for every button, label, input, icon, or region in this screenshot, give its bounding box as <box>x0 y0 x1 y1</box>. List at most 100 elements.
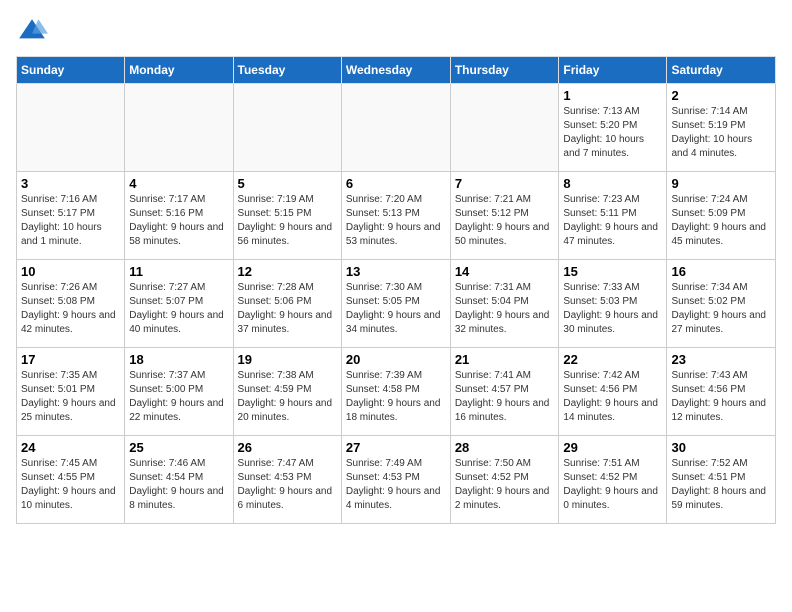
calendar-day-cell: 7 Sunrise: 7:21 AM Sunset: 5:12 PM Daylig… <box>450 172 559 260</box>
day-info: Sunrise: 7:43 AM Sunset: 4:56 PM Dayligh… <box>671 369 771 425</box>
weekday-row: SundayMondayTuesdayWednesdayThursdayFrid… <box>17 57 776 84</box>
day-number: 7 <box>455 176 555 191</box>
day-number: 17 <box>21 352 120 367</box>
day-info: Sunrise: 7:23 AM Sunset: 5:11 PM Dayligh… <box>563 193 662 249</box>
day-number: 29 <box>563 440 662 455</box>
calendar-day-cell: 9Sunrise: 7:24 AM Sunset: 5:09 PM Daylig… <box>667 172 776 260</box>
logo <box>16 16 52 48</box>
calendar-day-cell: 27 Sunrise: 7:49 AM Sunset: 4:53 PM Dayli… <box>341 436 450 524</box>
calendar-day-cell: 8 Sunrise: 7:23 AM Sunset: 5:11 PM Daylig… <box>559 172 667 260</box>
calendar-day-cell: 19 Sunrise: 7:38 AM Sunset: 4:59 PM Dayli… <box>233 348 341 436</box>
day-info: Sunrise: 7:49 AM Sunset: 4:53 PM Dayligh… <box>346 457 446 513</box>
day-info: Sunrise: 7:21 AM Sunset: 5:12 PM Dayligh… <box>455 193 555 249</box>
calendar-day-cell: 2 Sunrise: 7:14 AM Sunset: 5:19 PM Daylig… <box>667 84 776 172</box>
day-number: 26 <box>238 440 337 455</box>
day-number: 12 <box>238 264 337 279</box>
day-info: Sunrise: 7:16 AM Sunset: 5:17 PM Dayligh… <box>21 193 120 249</box>
day-info: Sunrise: 7:39 AM Sunset: 4:58 PM Dayligh… <box>346 369 446 425</box>
day-number: 30 <box>671 440 771 455</box>
day-info: Sunrise: 7:24 AM Sunset: 5:09 PM Dayligh… <box>671 193 771 249</box>
day-number: 11 <box>129 264 228 279</box>
day-info: Sunrise: 7:37 AM Sunset: 5:00 PM Dayligh… <box>129 369 228 425</box>
calendar-week-2: 3 Sunrise: 7:16 AM Sunset: 5:17 PM Daylig… <box>17 172 776 260</box>
calendar-day-cell: 20 Sunrise: 7:39 AM Sunset: 4:58 PM Dayli… <box>341 348 450 436</box>
day-info: Sunrise: 7:30 AM Sunset: 5:05 PM Dayligh… <box>346 281 446 337</box>
day-number: 6 <box>346 176 446 191</box>
day-info: Sunrise: 7:35 AM Sunset: 5:01 PM Dayligh… <box>21 369 120 425</box>
day-info: Sunrise: 7:13 AM Sunset: 5:20 PM Dayligh… <box>563 105 662 161</box>
page-header <box>16 16 776 48</box>
day-info: Sunrise: 7:19 AM Sunset: 5:15 PM Dayligh… <box>238 193 337 249</box>
day-info: Sunrise: 7:26 AM Sunset: 5:08 PM Dayligh… <box>21 281 120 337</box>
day-number: 5 <box>238 176 337 191</box>
day-number: 16 <box>671 264 771 279</box>
day-number: 10 <box>21 264 120 279</box>
day-info: Sunrise: 7:38 AM Sunset: 4:59 PM Dayligh… <box>238 369 337 425</box>
calendar-day-cell: 16 Sunrise: 7:34 AM Sunset: 5:02 PM Dayli… <box>667 260 776 348</box>
day-number: 23 <box>671 352 771 367</box>
day-number: 19 <box>238 352 337 367</box>
weekday-header-wednesday: Wednesday <box>341 57 450 84</box>
day-number: 13 <box>346 264 446 279</box>
calendar-day-cell: 21 Sunrise: 7:41 AM Sunset: 4:57 PM Dayli… <box>450 348 559 436</box>
day-info: Sunrise: 7:27 AM Sunset: 5:07 PM Dayligh… <box>129 281 228 337</box>
calendar-day-cell: 22 Sunrise: 7:42 AM Sunset: 4:56 PM Dayli… <box>559 348 667 436</box>
day-number: 21 <box>455 352 555 367</box>
calendar-day-cell: 23 Sunrise: 7:43 AM Sunset: 4:56 PM Dayli… <box>667 348 776 436</box>
day-info: Sunrise: 7:51 AM Sunset: 4:52 PM Dayligh… <box>563 457 662 513</box>
calendar-day-cell: 11 Sunrise: 7:27 AM Sunset: 5:07 PM Dayli… <box>125 260 233 348</box>
day-number: 28 <box>455 440 555 455</box>
weekday-header-sunday: Sunday <box>17 57 125 84</box>
day-info: Sunrise: 7:50 AM Sunset: 4:52 PM Dayligh… <box>455 457 555 513</box>
day-number: 20 <box>346 352 446 367</box>
calendar-day-cell: 18Sunrise: 7:37 AM Sunset: 5:00 PM Dayli… <box>125 348 233 436</box>
day-info: Sunrise: 7:46 AM Sunset: 4:54 PM Dayligh… <box>129 457 228 513</box>
calendar-day-cell: 6 Sunrise: 7:20 AM Sunset: 5:13 PM Daylig… <box>341 172 450 260</box>
day-number: 15 <box>563 264 662 279</box>
calendar-day-cell: 24Sunrise: 7:45 AM Sunset: 4:55 PM Dayli… <box>17 436 125 524</box>
calendar-day-cell: 3 Sunrise: 7:16 AM Sunset: 5:17 PM Daylig… <box>17 172 125 260</box>
calendar-day-cell: 1 Sunrise: 7:13 AM Sunset: 5:20 PM Daylig… <box>559 84 667 172</box>
day-info: Sunrise: 7:20 AM Sunset: 5:13 PM Dayligh… <box>346 193 446 249</box>
day-info: Sunrise: 7:14 AM Sunset: 5:19 PM Dayligh… <box>671 105 771 161</box>
calendar-day-cell: 5 Sunrise: 7:19 AM Sunset: 5:15 PM Daylig… <box>233 172 341 260</box>
day-info: Sunrise: 7:31 AM Sunset: 5:04 PM Dayligh… <box>455 281 555 337</box>
calendar-header: SundayMondayTuesdayWednesdayThursdayFrid… <box>17 57 776 84</box>
day-number: 8 <box>563 176 662 191</box>
calendar-day-cell <box>450 84 559 172</box>
logo-icon <box>16 16 48 48</box>
day-info: Sunrise: 7:47 AM Sunset: 4:53 PM Dayligh… <box>238 457 337 513</box>
day-info: Sunrise: 7:41 AM Sunset: 4:57 PM Dayligh… <box>455 369 555 425</box>
day-info: Sunrise: 7:17 AM Sunset: 5:16 PM Dayligh… <box>129 193 228 249</box>
calendar-day-cell <box>341 84 450 172</box>
calendar-day-cell <box>17 84 125 172</box>
day-number: 3 <box>21 176 120 191</box>
day-info: Sunrise: 7:34 AM Sunset: 5:02 PM Dayligh… <box>671 281 771 337</box>
calendar-day-cell: 14Sunrise: 7:31 AM Sunset: 5:04 PM Dayli… <box>450 260 559 348</box>
day-number: 22 <box>563 352 662 367</box>
calendar-body: 1 Sunrise: 7:13 AM Sunset: 5:20 PM Daylig… <box>17 84 776 524</box>
weekday-header-tuesday: Tuesday <box>233 57 341 84</box>
calendar-day-cell: 13 Sunrise: 7:30 AM Sunset: 5:05 PM Dayli… <box>341 260 450 348</box>
day-number: 25 <box>129 440 228 455</box>
weekday-header-friday: Friday <box>559 57 667 84</box>
day-number: 1 <box>563 88 662 103</box>
calendar-day-cell: 15 Sunrise: 7:33 AM Sunset: 5:03 PM Dayli… <box>559 260 667 348</box>
weekday-header-monday: Monday <box>125 57 233 84</box>
day-number: 27 <box>346 440 446 455</box>
calendar-day-cell: 17 Sunrise: 7:35 AM Sunset: 5:01 PM Dayli… <box>17 348 125 436</box>
day-number: 2 <box>671 88 771 103</box>
calendar-day-cell: 29 Sunrise: 7:51 AM Sunset: 4:52 PM Dayli… <box>559 436 667 524</box>
calendar-day-cell: 25 Sunrise: 7:46 AM Sunset: 4:54 PM Dayli… <box>125 436 233 524</box>
day-number: 24 <box>21 440 120 455</box>
day-info: Sunrise: 7:33 AM Sunset: 5:03 PM Dayligh… <box>563 281 662 337</box>
calendar-day-cell <box>125 84 233 172</box>
calendar-day-cell: 26 Sunrise: 7:47 AM Sunset: 4:53 PM Dayli… <box>233 436 341 524</box>
calendar-day-cell: 10 Sunrise: 7:26 AM Sunset: 5:08 PM Dayli… <box>17 260 125 348</box>
calendar-day-cell: 12Sunrise: 7:28 AM Sunset: 5:06 PM Dayli… <box>233 260 341 348</box>
calendar-week-3: 10 Sunrise: 7:26 AM Sunset: 5:08 PM Dayli… <box>17 260 776 348</box>
day-info: Sunrise: 7:42 AM Sunset: 4:56 PM Dayligh… <box>563 369 662 425</box>
calendar-day-cell: 4Sunrise: 7:17 AM Sunset: 5:16 PM Daylig… <box>125 172 233 260</box>
calendar-table: SundayMondayTuesdayWednesdayThursdayFrid… <box>16 56 776 524</box>
calendar-week-5: 24Sunrise: 7:45 AM Sunset: 4:55 PM Dayli… <box>17 436 776 524</box>
